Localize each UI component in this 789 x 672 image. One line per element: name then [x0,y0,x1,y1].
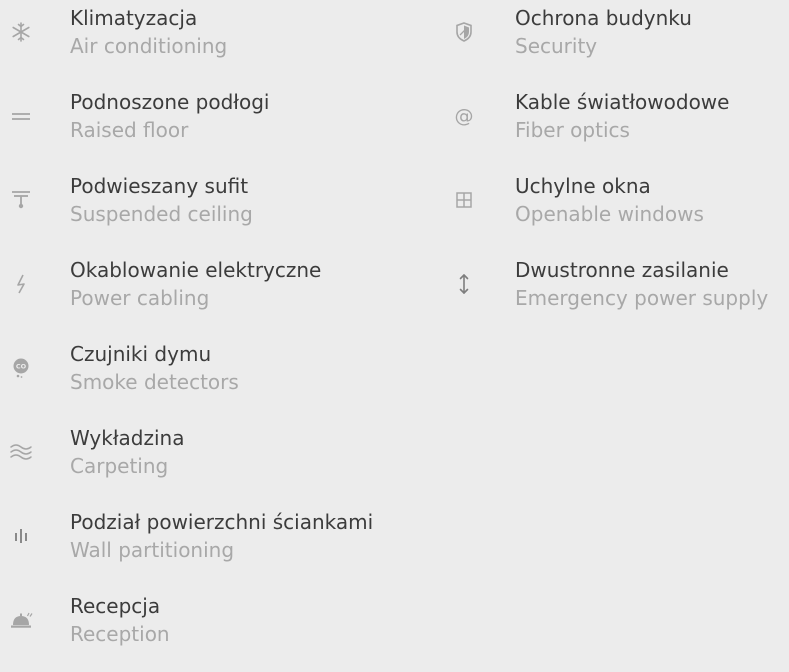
amenity-label-en: Fiber optics [515,118,630,142]
smoke-co-icon: CO [3,350,39,386]
amenities-right-column: Ochrona budynku Security @ Kable światło… [445,0,789,336]
amenity-reception: Recepcja Reception [0,588,445,672]
amenity-raised-floor: Podnoszone podłogi Raised floor [0,84,445,168]
amenity-label-pl: Okablowanie elektryczne [70,258,322,282]
svg-text:CO: CO [16,363,27,371]
amenity-smoke-detectors: CO Czujniki dymu Smoke detectors [0,336,445,420]
amenity-label-pl: Klimatyzacja [70,6,198,30]
amenity-fiber-optics: @ Kable światłowodowe Fiber optics [445,84,789,168]
amenities-left-column: Klimatyzacja Air conditioning Podnoszone… [0,0,445,672]
waves-icon [3,434,39,470]
amenity-label-pl: Podział powierzchni ściankami [70,510,374,534]
svg-text:@: @ [455,105,474,127]
partition-icon [3,518,39,554]
amenity-security: Ochrona budynku Security [445,0,789,84]
amenity-label-en: Carpeting [70,454,169,478]
amenity-label-en: Openable windows [515,202,704,226]
amenity-emergency-power: Dwustronne zasilanie Emergency power sup… [445,252,789,336]
amenity-openable-windows: Uchylne okna Openable windows [445,168,789,252]
amenity-power-cabling: Okablowanie elektryczne Power cabling [0,252,445,336]
up-down-arrow-icon [446,266,482,302]
at-sign-icon: @ [446,98,482,134]
amenity-label-en: Air conditioning [70,34,228,58]
shield-icon [446,14,482,50]
lightning-icon [3,266,39,302]
amenity-suspended-ceiling: Podwieszany sufit Suspended ceiling [0,168,445,252]
amenity-label-pl: Podwieszany sufit [70,174,249,198]
amenity-label-pl: Uchylne okna [515,174,651,198]
amenity-label-en: Wall partitioning [70,538,235,562]
amenity-label-pl: Dwustronne zasilanie [515,258,729,282]
amenity-carpeting: Wykładzina Carpeting [0,420,445,504]
amenity-air-conditioning: Klimatyzacja Air conditioning [0,0,445,84]
amenity-label-en: Raised floor [70,118,189,142]
amenity-label-pl: Czujniki dymu [70,342,212,366]
suspended-ceiling-icon [3,182,39,218]
amenity-label-en: Emergency power supply [515,286,769,310]
amenity-label-en: Smoke detectors [70,370,239,394]
amenity-label-en: Suspended ceiling [70,202,253,226]
raised-floor-icon [3,98,39,134]
amenity-label-en: Reception [70,622,170,646]
amenity-label-pl: Kable światłowodowe [515,90,730,114]
window-icon [446,182,482,218]
amenity-label-pl: Podnoszone podłogi [70,90,270,114]
amenity-wall-partitioning: Podział powierzchni ściankami Wall parti… [0,504,445,588]
amenity-label-pl: Ochrona budynku [515,6,692,30]
amenity-label-pl: Recepcja [70,594,161,618]
snowflake-icon [3,14,39,50]
amenity-label-pl: Wykładzina [70,426,185,450]
reception-bell-icon [3,602,39,638]
amenity-label-en: Security [515,34,598,58]
amenity-label-en: Power cabling [70,286,210,310]
